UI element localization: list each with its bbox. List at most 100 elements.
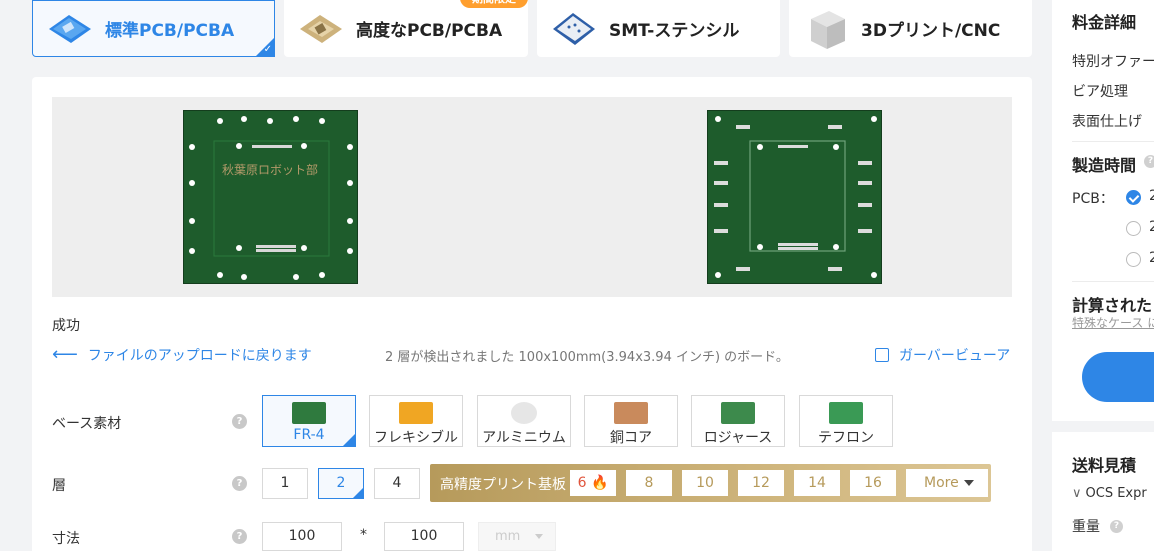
- material-flexible[interactable]: フレキシブル: [369, 395, 463, 447]
- material-label: FR-4: [293, 427, 325, 443]
- shipping-method: OCS Expr: [1085, 486, 1147, 501]
- stencil-icon: [549, 7, 599, 51]
- hp-layer-10[interactable]: 10: [682, 470, 728, 496]
- shipping-method-toggle[interactable]: ∨ OCS Expr: [1072, 486, 1147, 501]
- tab-3d-print-cnc[interactable]: 3Dプリント/CNC: [789, 0, 1032, 57]
- help-icon[interactable]: ?: [232, 476, 247, 491]
- copper-board-icon: [614, 402, 648, 424]
- aluminum-board-icon: [511, 402, 537, 424]
- help-icon[interactable]: ?: [232, 529, 247, 544]
- fire-icon: 🔥: [590, 475, 609, 491]
- detected-info: 2 層が検出されました 100x100mm(3.94x3.94 インチ) のボー…: [385, 350, 789, 365]
- material-fr4[interactable]: FR-4: [262, 395, 356, 447]
- promo-badge: 期間限定: [460, 0, 528, 8]
- material-copper-core[interactable]: 銅コア: [584, 395, 678, 447]
- viewer-icon: [875, 348, 889, 362]
- build-time-title: 製造時間: [1072, 156, 1137, 175]
- price-item: ビア処理: [1072, 84, 1128, 100]
- more-label: More: [924, 475, 959, 491]
- hp-layer-8[interactable]: 8: [626, 470, 672, 496]
- material-aluminum[interactable]: アルミニウム: [477, 395, 571, 447]
- height-input[interactable]: 100: [384, 522, 464, 551]
- add-to-cart-button[interactable]: [1082, 352, 1154, 402]
- material-label: アルミニウム: [482, 430, 566, 446]
- gerber-viewer-link[interactable]: ガーバービューア: [875, 345, 1010, 365]
- hp-layer-6[interactable]: 6 🔥: [570, 470, 616, 496]
- caret-down-icon: [535, 534, 543, 539]
- pcb-chip-icon: [296, 7, 346, 51]
- dimensions-label: 寸法: [52, 531, 80, 547]
- tab-smt-stencil[interactable]: SMT-ステンシル: [537, 0, 780, 57]
- price-item: 特別オファー: [1072, 54, 1154, 70]
- width-input[interactable]: 100: [262, 522, 342, 551]
- build-time-option: 2: [1149, 188, 1154, 204]
- shipping-panel: 送料見積 ∨ OCS Expr 重量 ?: [1052, 432, 1154, 551]
- gerber-viewer-label: ガーバービューア: [899, 348, 1011, 364]
- more-layers-dropdown[interactable]: More: [906, 469, 988, 497]
- price-item: 表面仕上げ: [1072, 114, 1142, 130]
- tab-standard-pcb[interactable]: 標準PCB/PCBA ✓: [32, 0, 275, 57]
- hp-layer-value: 6: [577, 475, 587, 491]
- arrow-left-icon: ⟵: [52, 344, 78, 365]
- build-time-radio-2[interactable]: [1126, 221, 1141, 236]
- unit-select[interactable]: mm: [478, 522, 556, 551]
- board-preview: 秋葉原ロボット部: [52, 97, 1012, 297]
- order-form-card: 秋葉原ロボット部 成功 ⟵ ファイルのアップロードに戻ります 2 層が検出されま…: [32, 77, 1032, 551]
- upload-status: 成功: [52, 318, 80, 334]
- board-silkscreen-label: 秋葉原ロボット部: [222, 163, 319, 177]
- divider: [1072, 141, 1154, 142]
- tab-advanced-pcb[interactable]: 高度なPCB/PCBA 期間限定: [284, 0, 528, 57]
- selected-corner: [342, 433, 356, 447]
- teflon-board-icon: [829, 402, 863, 424]
- shipping-title: 送料見積: [1072, 456, 1137, 475]
- board-top-image: 秋葉原ロボット部: [183, 110, 358, 284]
- layer-option-4[interactable]: 4: [374, 468, 420, 499]
- material-label: 銅コア: [610, 430, 652, 446]
- material-label: テフロン: [818, 430, 874, 446]
- hp-layer-12[interactable]: 12: [738, 470, 784, 496]
- fr4-board-icon: [292, 402, 326, 424]
- divider: [1072, 281, 1154, 282]
- high-precision-label: 高精度プリント基板: [440, 477, 566, 493]
- times-separator: *: [360, 527, 367, 543]
- material-teflon[interactable]: テフロン: [799, 395, 893, 447]
- price-details-panel: 料金詳細 特別オファー ビア処理 表面仕上げ 製造時間 ? PCB： 2 2 2…: [1052, 0, 1154, 421]
- unit-value: mm: [495, 529, 521, 544]
- rogers-board-icon: [721, 402, 755, 424]
- caret-down-icon: [964, 480, 974, 486]
- build-time-radio-1[interactable]: [1126, 190, 1141, 205]
- help-icon[interactable]: ?: [1110, 520, 1123, 533]
- special-case-link[interactable]: 特殊なケース に: [1072, 314, 1154, 331]
- layer-option-2[interactable]: 2: [318, 468, 364, 499]
- high-precision-bar: 高精度プリント基板 6 🔥 8 10 12 14 16 More: [430, 464, 991, 502]
- tab-label: 標準PCB/PCBA: [105, 21, 235, 41]
- back-link-label: ファイルのアップロードに戻ります: [87, 347, 312, 364]
- pcb-label: PCB：: [1072, 191, 1114, 207]
- tab-label: SMT-ステンシル: [609, 21, 740, 41]
- build-time-option: 2: [1149, 250, 1154, 266]
- pcb-board-icon: [45, 7, 95, 51]
- hp-layer-14[interactable]: 14: [794, 470, 840, 496]
- back-to-upload-link[interactable]: ⟵ ファイルのアップロードに戻ります: [52, 344, 312, 365]
- calculated-title: 計算された: [1072, 296, 1153, 315]
- price-details-title: 料金詳細: [1072, 13, 1137, 32]
- weight-label: 重量: [1072, 519, 1100, 535]
- material-label: ロジャース: [703, 430, 773, 446]
- tab-label: 3Dプリント/CNC: [861, 21, 1001, 41]
- layer-value: 2: [336, 475, 346, 491]
- hp-layer-16[interactable]: 16: [850, 470, 896, 496]
- 3d-cube-icon: [801, 7, 851, 51]
- board-bottom-image: [707, 110, 882, 284]
- build-time-option: 2: [1149, 219, 1154, 235]
- help-icon[interactable]: ?: [232, 414, 247, 429]
- check-icon: ✓: [263, 44, 272, 55]
- flex-board-icon: [399, 402, 433, 424]
- help-icon[interactable]: ?: [1144, 155, 1154, 168]
- tab-label: 高度なPCB/PCBA: [356, 21, 503, 41]
- base-material-label: ベース素材: [52, 416, 122, 432]
- material-rogers[interactable]: ロジャース: [691, 395, 785, 447]
- layer-label: 層: [52, 478, 66, 494]
- build-time-radio-3[interactable]: [1126, 252, 1141, 267]
- layer-option-1[interactable]: 1: [262, 468, 308, 499]
- material-label: フレキシブル: [374, 430, 458, 446]
